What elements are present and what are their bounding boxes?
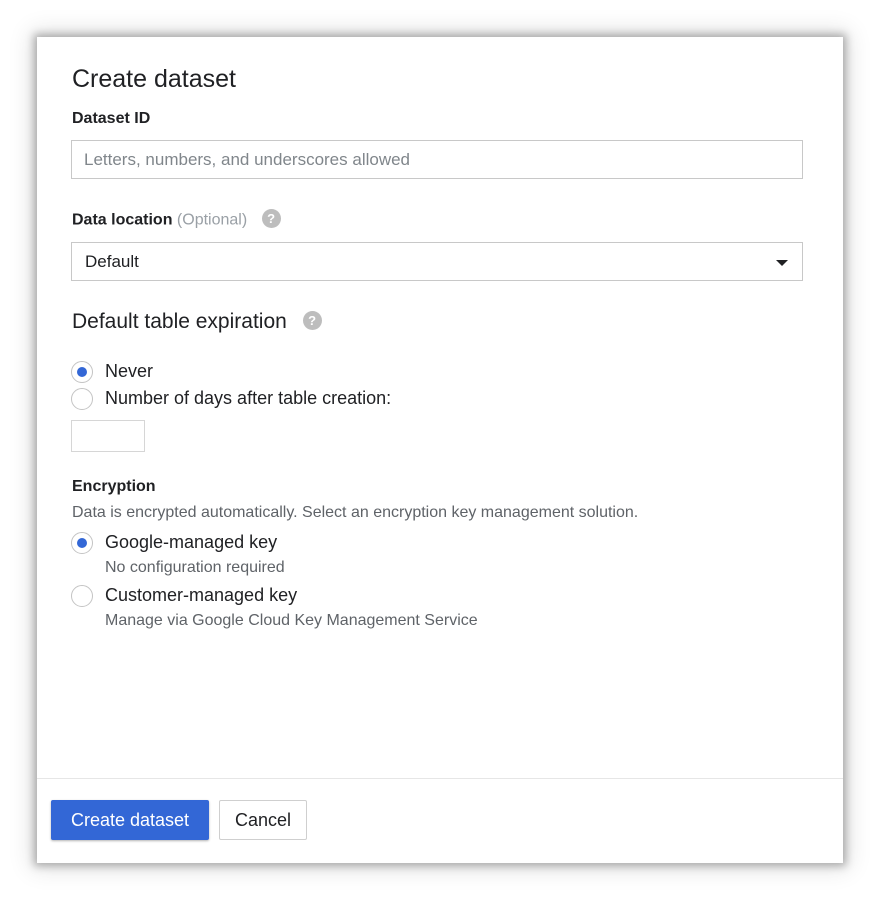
radio-button-customer-managed[interactable] (71, 585, 93, 607)
encryption-description: Data is encrypted automatically. Select … (72, 504, 639, 521)
radio-label-customer-managed: Customer-managed key (105, 585, 298, 605)
encryption-label: Encryption (72, 478, 156, 495)
radio-label-never: Never (105, 361, 154, 381)
dataset-id-label: Dataset ID (72, 110, 151, 127)
data-location-value: Default (85, 252, 139, 271)
data-location-label-row: Data location (Optional) ? (72, 209, 281, 230)
radio-button-google-managed[interactable] (71, 532, 93, 554)
cancel-button[interactable]: Cancel (219, 800, 307, 840)
data-location-label: Data location (72, 211, 173, 229)
create-dataset-dialog: Create dataset Dataset ID Data location … (37, 37, 843, 863)
help-icon[interactable]: ? (261, 209, 281, 228)
radio-label-google-managed: Google-managed key (105, 532, 278, 552)
optional-tag: (Optional) (176, 211, 248, 229)
dropdown-caret-icon (776, 260, 788, 266)
data-location-select[interactable]: Default (71, 242, 803, 281)
table-expiration-heading-row: Default table expiration ? (72, 310, 322, 334)
create-dataset-button[interactable]: Create dataset (51, 800, 209, 840)
google-managed-description: No configuration required (105, 559, 285, 576)
expiration-days-input[interactable] (71, 420, 145, 452)
customer-managed-description: Manage via Google Cloud Key Management S… (105, 612, 478, 629)
radio-button-never[interactable] (71, 361, 93, 383)
dataset-id-input[interactable] (71, 140, 803, 179)
footer-divider (37, 778, 843, 779)
table-expiration-heading: Default table expiration (72, 310, 287, 333)
help-icon[interactable]: ? (302, 310, 322, 330)
dialog-title: Create dataset (72, 65, 236, 93)
radio-button-days[interactable] (71, 388, 93, 410)
radio-label-days: Number of days after table creation: (105, 388, 392, 408)
